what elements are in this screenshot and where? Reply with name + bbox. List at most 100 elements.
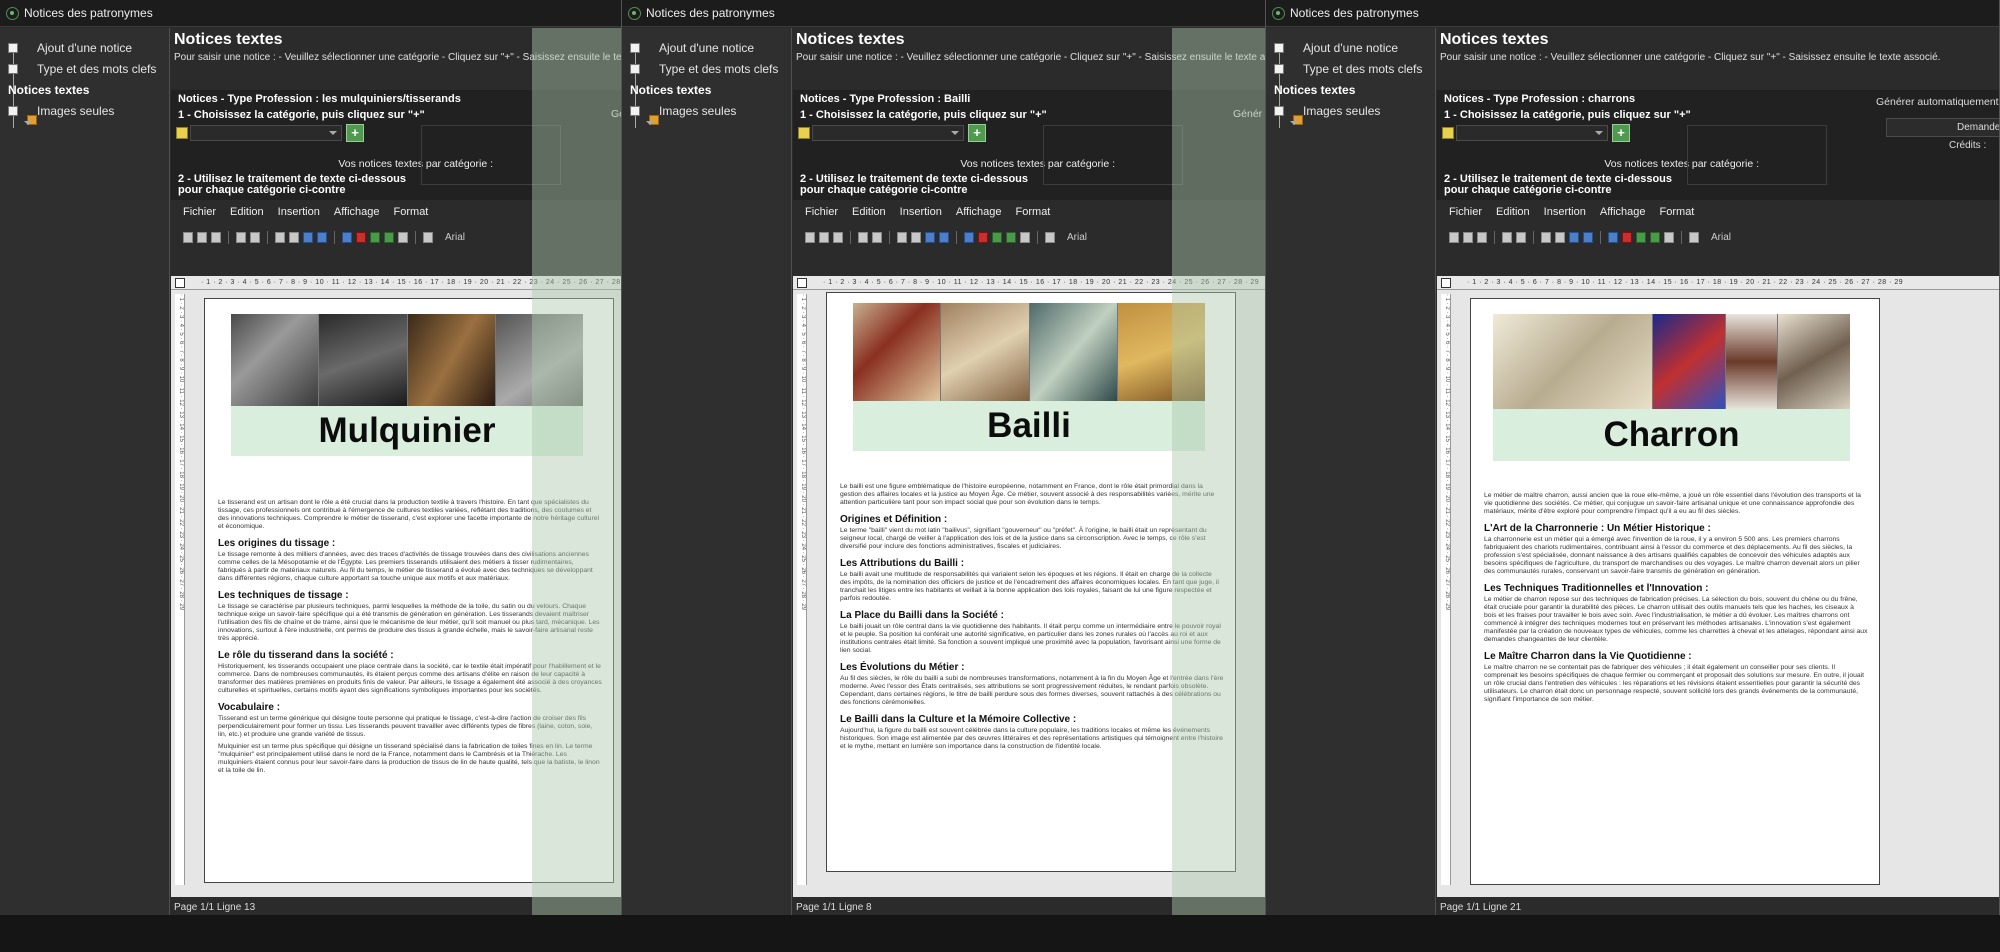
title-bar[interactable]: Notices des patronymes — [1266, 0, 1999, 27]
chart-icon[interactable] — [1006, 231, 1016, 243]
category-select[interactable] — [812, 125, 964, 141]
image-icon[interactable] — [992, 231, 1002, 243]
checkbox[interactable] — [1274, 106, 1284, 116]
copy-icon[interactable] — [911, 231, 921, 243]
print-icon[interactable] — [236, 231, 246, 243]
category-select[interactable] — [1456, 125, 1608, 141]
font-select[interactable]: Arial — [445, 232, 465, 243]
menu-edition[interactable]: Edition — [1496, 206, 1530, 218]
new-doc-icon[interactable] — [183, 231, 193, 243]
menu-affichage[interactable]: Affichage — [334, 206, 380, 218]
spell-icon[interactable] — [398, 231, 408, 243]
sidebar-item-notices-textes[interactable]: Notices textes — [8, 80, 89, 125]
sidebar-item-images[interactable]: Images seules — [1274, 101, 1380, 121]
menu-insertion[interactable]: Insertion — [1544, 206, 1586, 218]
font-select[interactable]: Arial — [1711, 232, 1731, 243]
sidebar-item-types[interactable]: Type et des mots clefs — [8, 59, 156, 79]
undo-icon[interactable] — [1583, 231, 1593, 243]
checkbox[interactable] — [8, 106, 18, 116]
sidebar-item-ajout[interactable]: Ajout d'une notice — [1274, 38, 1398, 58]
checkbox[interactable] — [8, 43, 18, 53]
spell-icon[interactable] — [1664, 231, 1674, 243]
print-icon[interactable] — [858, 231, 868, 243]
print-icon[interactable] — [1502, 231, 1512, 243]
menu-insertion[interactable]: Insertion — [278, 206, 320, 218]
menu-format[interactable]: Format — [1016, 206, 1051, 218]
undo-icon[interactable] — [317, 231, 327, 243]
menu-fichier[interactable]: Fichier — [183, 206, 216, 218]
new-doc-icon[interactable] — [805, 231, 815, 243]
menu-insertion[interactable]: Insertion — [900, 206, 942, 218]
spell-icon[interactable] — [1020, 231, 1030, 243]
title-bar[interactable]: Notices des patronymes — [622, 0, 1265, 27]
checkbox[interactable] — [1274, 43, 1284, 53]
sidebar-item-images[interactable]: Images seules — [630, 101, 736, 121]
checkbox[interactable] — [630, 64, 640, 74]
menu-edition[interactable]: Edition — [852, 206, 886, 218]
checkbox[interactable] — [630, 43, 640, 53]
style-icon[interactable] — [1689, 231, 1699, 243]
paste-icon[interactable] — [303, 231, 313, 243]
open-icon[interactable] — [1463, 231, 1473, 243]
chart-icon[interactable] — [384, 231, 394, 243]
undo-icon[interactable] — [939, 231, 949, 243]
checkbox[interactable] — [630, 106, 640, 116]
checkbox[interactable] — [1274, 64, 1284, 74]
menu-fichier[interactable]: Fichier — [805, 206, 838, 218]
save-icon[interactable] — [833, 231, 843, 243]
sidebar-item-ajout[interactable]: Ajout d'une notice — [630, 38, 754, 58]
font-select[interactable]: Arial — [1067, 232, 1087, 243]
category-list[interactable] — [1043, 125, 1183, 185]
tab-stop-icon[interactable] — [1441, 278, 1451, 288]
sidebar-item-notices-textes[interactable]: Notices textes — [1274, 80, 1355, 125]
menu-edition[interactable]: Edition — [230, 206, 264, 218]
menu-affichage[interactable]: Affichage — [956, 206, 1002, 218]
menu-format[interactable]: Format — [1660, 206, 1695, 218]
generate-button[interactable]: Demande — [1886, 118, 1999, 137]
delete-icon[interactable] — [356, 231, 366, 243]
add-button[interactable]: + — [346, 124, 364, 142]
sidebar-item-types[interactable]: Type et des mots clefs — [630, 59, 778, 79]
menu-fichier[interactable]: Fichier — [1449, 206, 1482, 218]
table-icon[interactable] — [342, 231, 352, 243]
checkbox[interactable] — [8, 64, 18, 74]
add-button[interactable]: + — [968, 124, 986, 142]
title-bar[interactable]: Notices des patronymes — [0, 0, 621, 27]
open-icon[interactable] — [819, 231, 829, 243]
delete-icon[interactable] — [978, 231, 988, 243]
cut-icon[interactable] — [1541, 231, 1551, 243]
preview-icon[interactable] — [1516, 231, 1526, 243]
sidebar-item-ajout[interactable]: Ajout d'une notice — [8, 38, 132, 58]
table-icon[interactable] — [964, 231, 974, 243]
table-icon[interactable] — [1608, 231, 1618, 243]
open-icon[interactable] — [197, 231, 207, 243]
save-icon[interactable] — [211, 231, 221, 243]
sidebar-item-notices-textes[interactable]: Notices textes — [630, 80, 711, 125]
preview-icon[interactable] — [872, 231, 882, 243]
tab-stop-icon[interactable] — [175, 278, 185, 288]
chart-icon[interactable] — [1650, 231, 1660, 243]
category-select[interactable] — [190, 125, 342, 141]
tab-stop-icon[interactable] — [797, 278, 807, 288]
copy-icon[interactable] — [289, 231, 299, 243]
document-area[interactable]: · 1 · 2 · 3 · 4 · 5 · 6 · 7 · 8 · 9 · 10… — [1437, 290, 1999, 897]
document-page[interactable]: Charron Le métier de maître charron, aus… — [1470, 298, 1880, 885]
style-icon[interactable] — [1045, 231, 1055, 243]
paste-icon[interactable] — [1569, 231, 1579, 243]
sidebar-item-images[interactable]: Images seules — [8, 101, 114, 121]
preview-icon[interactable] — [250, 231, 260, 243]
cut-icon[interactable] — [275, 231, 285, 243]
image-icon[interactable] — [1636, 231, 1646, 243]
new-doc-icon[interactable] — [1449, 231, 1459, 243]
cut-icon[interactable] — [897, 231, 907, 243]
category-list[interactable] — [1687, 125, 1827, 185]
add-button[interactable]: + — [1612, 124, 1630, 142]
menu-affichage[interactable]: Affichage — [1600, 206, 1646, 218]
paste-icon[interactable] — [925, 231, 935, 243]
sidebar-item-types[interactable]: Type et des mots clefs — [1274, 59, 1422, 79]
save-icon[interactable] — [1477, 231, 1487, 243]
menu-format[interactable]: Format — [394, 206, 429, 218]
delete-icon[interactable] — [1622, 231, 1632, 243]
copy-icon[interactable] — [1555, 231, 1565, 243]
image-icon[interactable] — [370, 231, 380, 243]
